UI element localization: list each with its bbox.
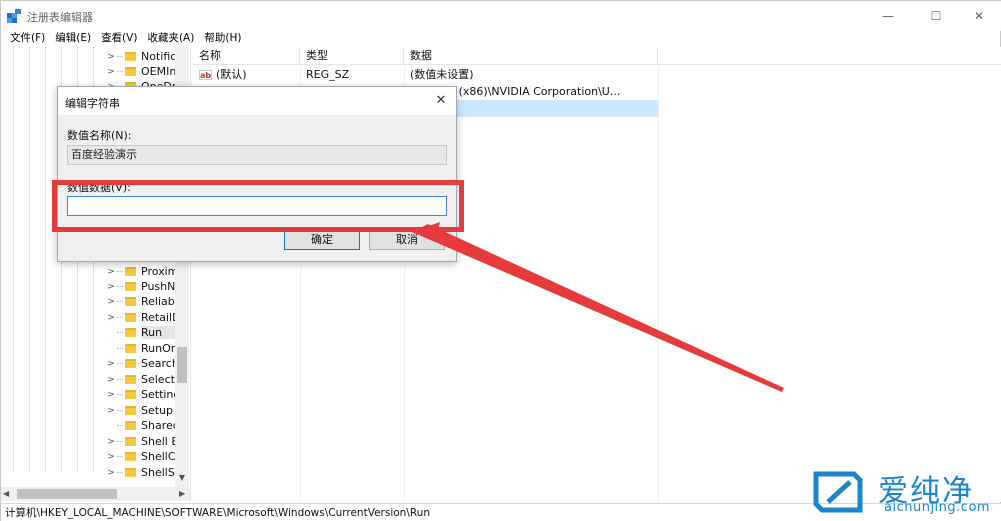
tree-item[interactable]: > Setup <box>105 403 183 418</box>
watermark-logo <box>813 471 863 513</box>
tree-item[interactable]: > RetailDe <box>105 310 183 325</box>
chevron-down-icon[interactable]: ▼ <box>175 471 189 485</box>
chevron-right-icon[interactable]: > <box>105 468 117 478</box>
tree-item[interactable]: > Notifica <box>105 49 183 64</box>
menu-help[interactable]: 帮助(H) <box>199 30 246 46</box>
folder-icon <box>125 452 136 461</box>
folder-icon <box>125 52 136 61</box>
window-title: 注册表编辑器 <box>27 11 93 24</box>
tree-item[interactable]: > Setting <box>105 387 183 402</box>
title-bar: 注册表编辑器 — ☐ ✕ <box>1 1 1001 31</box>
chevron-left-icon[interactable]: ◀ <box>3 487 9 501</box>
minimize-button[interactable]: — <box>865 1 911 31</box>
dialog-title: 编辑字符串 <box>65 97 120 110</box>
folder-icon <box>125 468 136 477</box>
folder-icon <box>125 267 136 276</box>
maximize-icon: ☐ <box>930 9 942 23</box>
tree-item[interactable]: > ShellCo <box>105 449 183 464</box>
tree-item[interactable]: > ShellSer <box>105 465 183 480</box>
tree-guide-line <box>45 47 46 472</box>
folder-icon <box>125 344 136 353</box>
menu-favorites[interactable]: 收藏夹(A) <box>142 30 199 46</box>
folder-icon <box>125 359 136 368</box>
folder-icon <box>125 67 136 76</box>
scrollbar-thumb[interactable] <box>17 489 117 499</box>
watermark-text-en: aichunjing.com <box>884 500 991 515</box>
menu-bar: 文件(F) 编辑(E) 查看(V) 收藏夹(A) 帮助(H) <box>1 30 1001 46</box>
tree-item[interactable]: RunOnc <box>105 341 183 356</box>
chevron-right-icon[interactable]: > <box>105 52 117 62</box>
tree-item[interactable]: > Shell Ex <box>105 434 183 449</box>
chevron-right-icon[interactable]: > <box>105 67 117 77</box>
list-header: 名称 类型 数据 <box>193 47 1001 65</box>
tree-guide-line <box>29 47 30 472</box>
chevron-right-icon[interactable]: > <box>105 437 117 447</box>
tree-item-run[interactable]: Run <box>105 325 183 340</box>
chevron-right-icon[interactable]: > <box>105 390 117 400</box>
folder-icon <box>125 375 136 384</box>
menu-file[interactable]: 文件(F) <box>5 30 50 46</box>
chevron-right-icon[interactable]: > <box>105 452 117 462</box>
tree-item[interactable]: > Search <box>105 356 183 371</box>
menu-edit[interactable]: 编辑(E) <box>50 30 96 46</box>
folder-icon <box>125 390 136 399</box>
chevron-right-icon[interactable]: > <box>105 267 117 277</box>
chevron-right-icon[interactable]: > <box>105 313 117 323</box>
value-name-label: 数值名称(N): <box>67 129 132 142</box>
value-name-field: 百度经验演示 <box>67 145 447 165</box>
ok-button[interactable]: 确定 <box>284 229 360 250</box>
folder-icon <box>125 406 136 415</box>
scrollbar-thumb[interactable] <box>177 347 187 383</box>
string-value-icon: ab <box>199 69 212 80</box>
chevron-right-icon[interactable]: ▶ <box>179 487 185 501</box>
edit-string-dialog: 编辑字符串 ✕ 数值名称(N): 百度经验演示 数值数据(V): 确定 取消 <box>57 86 457 262</box>
tree-guide-line <box>13 47 14 472</box>
close-icon: ✕ <box>973 9 985 23</box>
column-header-data[interactable]: 数据 <box>404 47 658 65</box>
minimize-icon: — <box>882 9 894 23</box>
maximize-button[interactable]: ☐ <box>913 1 959 31</box>
registry-app-icon <box>7 9 21 23</box>
dialog-close-button[interactable]: ✕ <box>432 92 450 110</box>
chevron-right-icon[interactable]: > <box>105 359 117 369</box>
tree-item[interactable]: > Proximi <box>105 264 183 279</box>
column-header-name[interactable]: 名称 <box>193 47 300 65</box>
folder-icon <box>125 313 136 322</box>
folder-icon <box>125 282 136 291</box>
close-button[interactable]: ✕ <box>956 1 1001 31</box>
dialog-title-bar[interactable]: 编辑字符串 ✕ <box>58 87 456 115</box>
chevron-right-icon[interactable]: > <box>105 297 117 307</box>
chevron-right-icon[interactable]: > <box>105 406 117 416</box>
folder-icon <box>125 328 136 337</box>
cancel-button[interactable]: 取消 <box>369 229 445 250</box>
table-row[interactable]: ab (默认) REG_SZ (数值未设置) <box>193 66 658 83</box>
column-header-type[interactable]: 类型 <box>300 47 404 65</box>
chevron-right-icon[interactable]: > <box>105 282 117 292</box>
tree-item[interactable]: > PushNo <box>105 279 183 294</box>
menu-view[interactable]: 查看(V) <box>96 30 142 46</box>
close-icon: ✕ <box>435 93 447 108</box>
tree-item[interactable]: SharedD <box>105 418 183 433</box>
column-divider <box>658 65 659 502</box>
annotation-highlight-box <box>52 180 464 232</box>
folder-icon <box>125 297 136 306</box>
tree-item[interactable]: > OEMInfo <box>105 64 183 79</box>
tree-item[interactable]: > Reliabili <box>105 294 183 309</box>
tree-item[interactable]: > Selectiv <box>105 372 183 387</box>
chevron-right-icon[interactable]: > <box>105 375 117 385</box>
folder-icon <box>125 437 136 446</box>
tree-horizontal-scrollbar[interactable]: ◀ ▶ <box>1 487 190 501</box>
folder-icon <box>125 421 136 430</box>
